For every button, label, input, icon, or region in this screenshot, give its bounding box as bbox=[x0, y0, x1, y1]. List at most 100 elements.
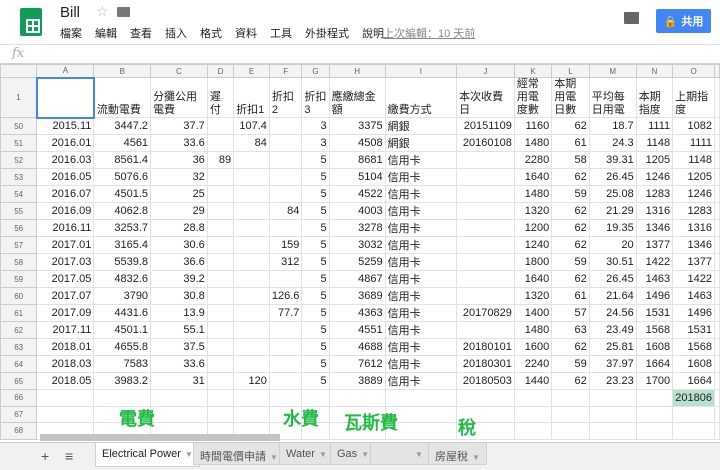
cell[interactable]: 1480 bbox=[513, 185, 553, 203]
cell[interactable]: 59 bbox=[551, 185, 590, 203]
horizontal-scrollbar[interactable] bbox=[40, 434, 280, 441]
column-header[interactable]: D bbox=[206, 64, 235, 78]
cell[interactable] bbox=[456, 185, 515, 203]
folder-icon[interactable] bbox=[117, 7, 130, 17]
cell[interactable]: 信用卡 bbox=[384, 185, 458, 203]
row-header[interactable]: 64 bbox=[0, 355, 38, 373]
cell[interactable]: 59 bbox=[551, 355, 590, 373]
cell[interactable]: 7612 bbox=[328, 355, 386, 373]
header-cell[interactable]: 遲付 bbox=[206, 77, 235, 118]
cell[interactable]: 29 bbox=[150, 202, 208, 220]
cell[interactable]: 信用卡 bbox=[384, 338, 458, 356]
cell[interactable] bbox=[206, 372, 235, 390]
cell[interactable] bbox=[513, 422, 553, 440]
cell[interactable]: 8681 bbox=[328, 151, 386, 169]
row-header[interactable]: 56 bbox=[0, 219, 38, 237]
cell[interactable] bbox=[150, 389, 208, 407]
cell[interactable] bbox=[456, 253, 515, 271]
cell[interactable]: 2017.03 bbox=[36, 253, 95, 271]
cell[interactable]: 2016.03 bbox=[36, 151, 95, 169]
cell[interactable] bbox=[301, 389, 330, 407]
cell[interactable] bbox=[150, 405, 208, 424]
cell[interactable]: 信用卡 bbox=[384, 355, 458, 373]
cell[interactable]: 4551 bbox=[328, 321, 386, 339]
cell[interactable] bbox=[233, 338, 270, 356]
cell[interactable]: 1463 bbox=[672, 287, 715, 305]
column-header[interactable]: N bbox=[635, 64, 674, 78]
header-cell[interactable]: 折扣2 bbox=[268, 77, 303, 118]
cell[interactable] bbox=[714, 134, 720, 152]
cell[interactable] bbox=[456, 236, 515, 254]
cell[interactable]: 1148 bbox=[635, 134, 674, 152]
cell[interactable] bbox=[456, 202, 515, 220]
cell[interactable] bbox=[268, 372, 303, 390]
header-cell[interactable]: 本次收費日 bbox=[456, 77, 515, 118]
cell[interactable]: 1346 bbox=[672, 236, 715, 254]
cell[interactable] bbox=[206, 304, 235, 322]
cell[interactable]: 1608 bbox=[635, 338, 674, 356]
cell[interactable]: 77.7 bbox=[268, 304, 303, 322]
cell[interactable]: 信用卡 bbox=[384, 321, 458, 339]
cell[interactable]: 4522 bbox=[328, 185, 386, 203]
cell[interactable] bbox=[206, 219, 235, 237]
cell[interactable]: 26.45 bbox=[588, 168, 637, 186]
cell[interactable] bbox=[456, 219, 515, 237]
header-cell[interactable]: 本期用電日數 bbox=[551, 77, 590, 118]
cell[interactable]: 1111 bbox=[635, 117, 674, 135]
cell[interactable]: 7583 bbox=[93, 355, 152, 373]
cell[interactable]: 4363 bbox=[328, 304, 386, 322]
cell[interactable]: 1111 bbox=[672, 134, 715, 152]
column-header[interactable]: C bbox=[150, 64, 208, 78]
cell[interactable] bbox=[233, 389, 270, 407]
cell[interactable]: 3278 bbox=[328, 219, 386, 237]
cell[interactable]: 55.1 bbox=[150, 321, 208, 339]
cell[interactable]: 4431.6 bbox=[93, 304, 152, 322]
cell[interactable]: 5 bbox=[301, 338, 330, 356]
cell[interactable]: 1200 bbox=[513, 219, 553, 237]
cell[interactable]: 21.29 bbox=[588, 202, 637, 220]
cell[interactable]: 2018.03 bbox=[36, 355, 95, 373]
header-cell[interactable] bbox=[35, 76, 95, 119]
cell[interactable] bbox=[672, 422, 715, 440]
cell[interactable]: 1320 bbox=[513, 202, 553, 220]
cell[interactable]: 1240 bbox=[513, 236, 553, 254]
column-header[interactable]: H bbox=[328, 64, 386, 78]
cell[interactable] bbox=[456, 168, 515, 186]
cell[interactable]: 信用卡 bbox=[384, 270, 458, 288]
row-header[interactable]: 57 bbox=[0, 236, 38, 254]
menu-item[interactable]: 格式 bbox=[200, 25, 222, 41]
chevron-down-icon[interactable]: ▼ bbox=[185, 450, 193, 459]
cell[interactable]: 201806 bbox=[672, 389, 715, 407]
cell[interactable]: 126.6 bbox=[268, 287, 303, 305]
cell[interactable]: 2017.01 bbox=[36, 236, 95, 254]
cell[interactable]: 39.31 bbox=[588, 151, 637, 169]
cell[interactable]: 37.5 bbox=[150, 338, 208, 356]
cell[interactable] bbox=[588, 405, 637, 424]
cell[interactable] bbox=[456, 270, 515, 288]
cell[interactable]: 信用卡 bbox=[384, 219, 458, 237]
cell[interactable] bbox=[672, 405, 715, 424]
cell[interactable]: 1422 bbox=[672, 270, 715, 288]
cell[interactable]: 1440 bbox=[513, 372, 553, 390]
cell[interactable] bbox=[456, 321, 515, 339]
cell[interactable]: 5076.6 bbox=[93, 168, 152, 186]
column-header[interactable]: G bbox=[301, 64, 330, 78]
cell[interactable] bbox=[588, 389, 637, 407]
cell[interactable]: 3375 bbox=[328, 117, 386, 135]
chevron-down-icon[interactable]: ▼ bbox=[319, 450, 327, 459]
cell[interactable]: 1316 bbox=[635, 202, 674, 220]
cell[interactable]: 5 bbox=[301, 270, 330, 288]
column-header[interactable] bbox=[714, 64, 720, 78]
cell[interactable]: 3983.2 bbox=[93, 372, 152, 390]
cell[interactable]: 1480 bbox=[513, 134, 553, 152]
header-cell[interactable]: 折扣3 bbox=[301, 77, 330, 118]
cell[interactable] bbox=[93, 389, 152, 407]
row-header[interactable]: 68 bbox=[0, 422, 38, 440]
cell[interactable]: 5 bbox=[301, 168, 330, 186]
cell[interactable]: 網銀 bbox=[384, 117, 458, 135]
cell[interactable]: 信用卡 bbox=[384, 151, 458, 169]
cell[interactable]: 5 bbox=[301, 185, 330, 203]
cell[interactable]: 58 bbox=[551, 151, 590, 169]
cell[interactable] bbox=[714, 219, 720, 237]
cell[interactable]: 312 bbox=[268, 253, 303, 271]
